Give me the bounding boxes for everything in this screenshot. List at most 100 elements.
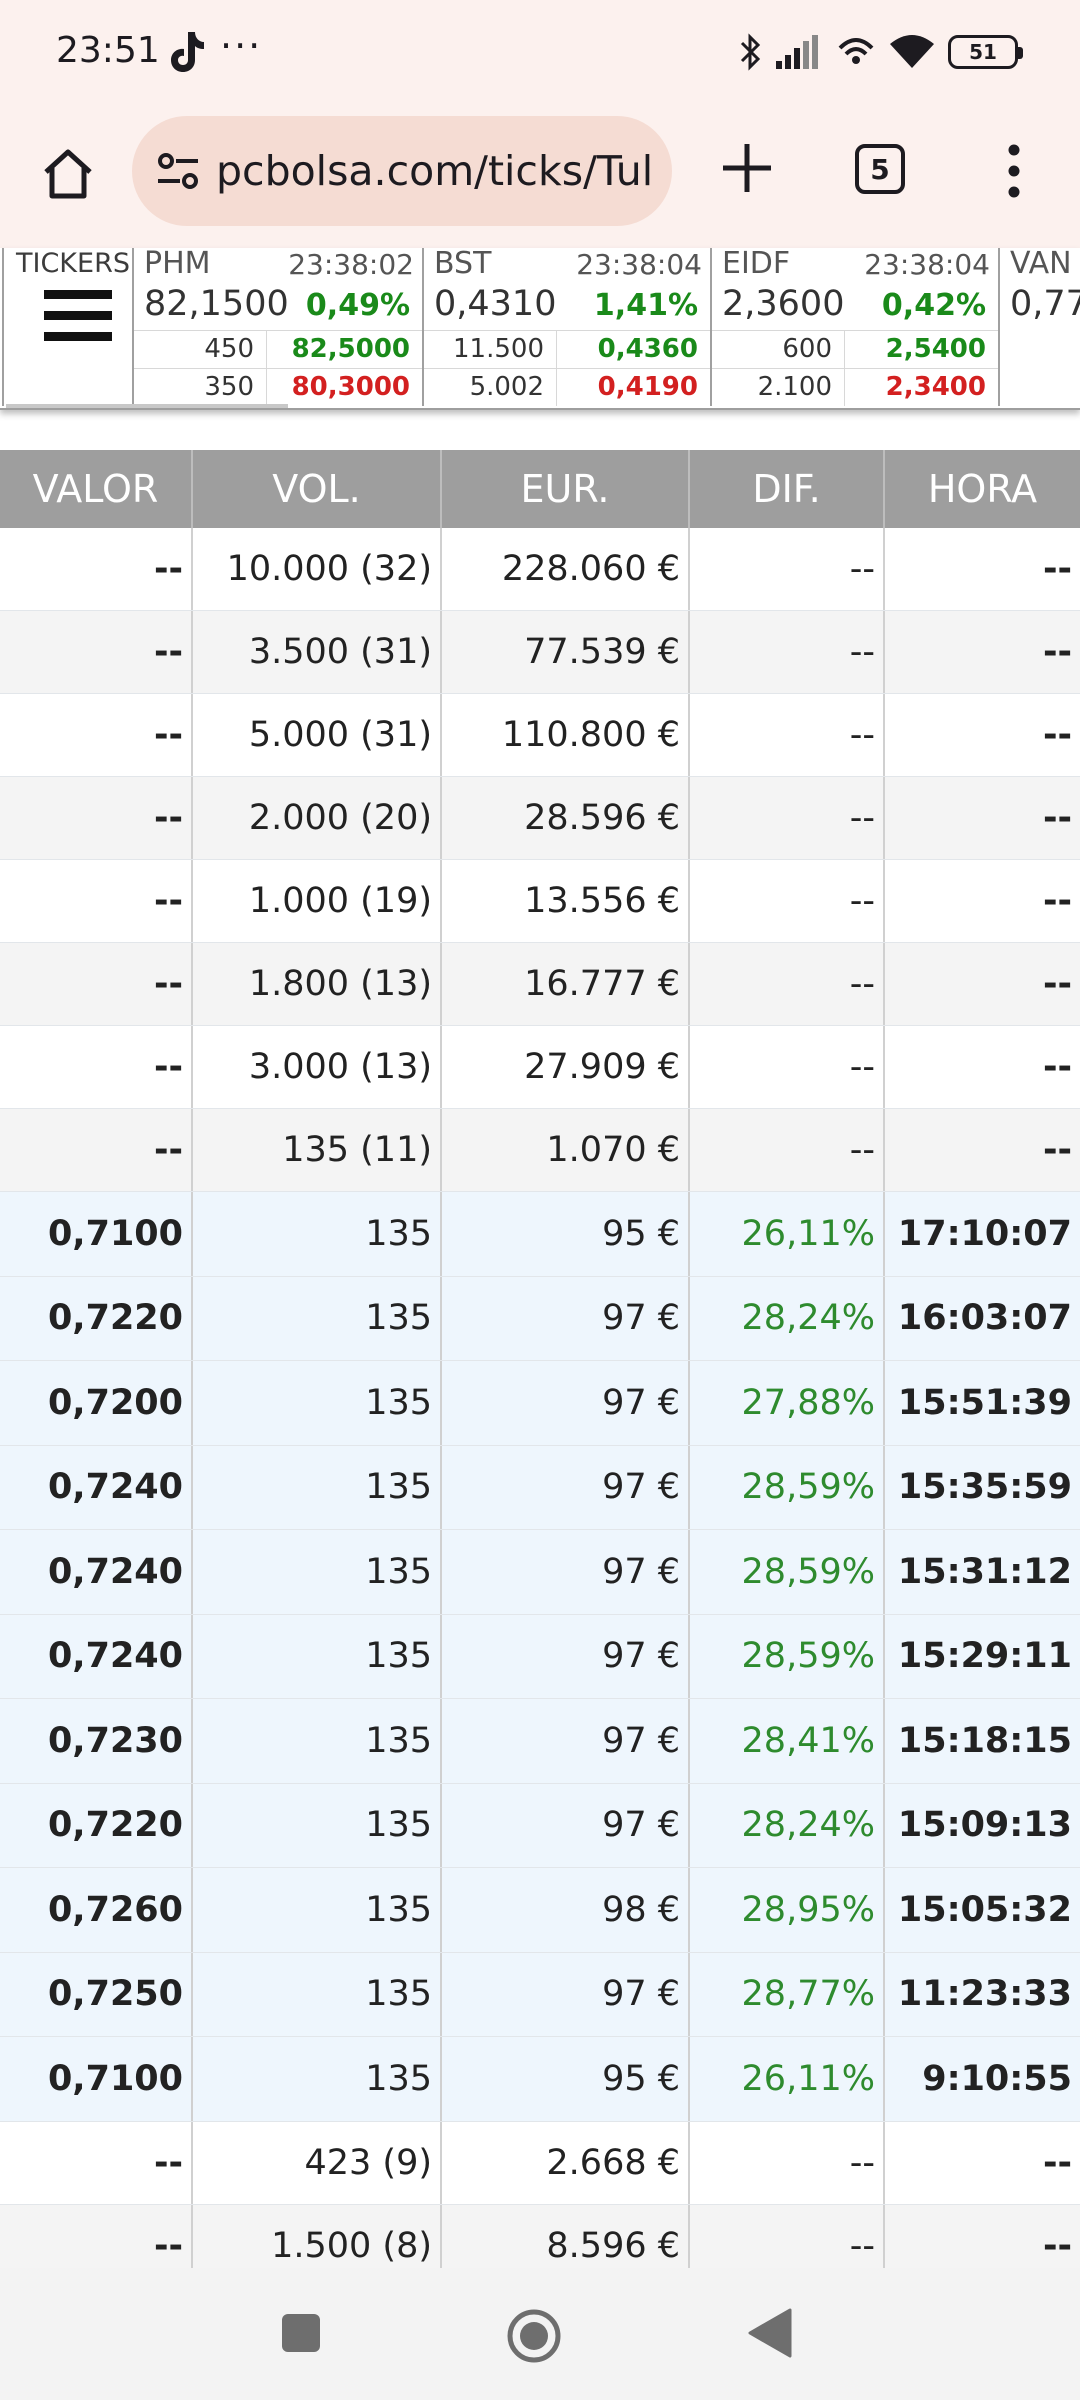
ticker-symbol: EIDF	[722, 248, 791, 281]
aggregate-row[interactable]: -- 3.500 (31) 77.539 € -- --	[0, 611, 1080, 694]
ticker-card-partial[interactable]: VAN 0,77	[1000, 248, 1080, 406]
cell-valor: 0,7200	[0, 1361, 193, 1445]
aggregate-row[interactable]: -- 1.800 (13) 16.777 € -- --	[0, 943, 1080, 1026]
cell-valor: 0,7100	[0, 1192, 193, 1276]
cell-dif: 28,59%	[690, 1530, 885, 1614]
ticker-bid-row: 600 2,5400	[712, 330, 998, 368]
aggregate-row[interactable]: -- 423 (9) 2.668 € -- --	[0, 2121, 1080, 2205]
cell-dif: --	[690, 611, 885, 693]
header-vol[interactable]: VOL.	[193, 450, 442, 528]
cell-eur: 1.070 €	[442, 1109, 690, 1191]
ticker-card[interactable]: BST 23:38:04 0,4310 1,41% 11.500 0,4360 …	[424, 248, 712, 406]
aggregate-row[interactable]: -- 3.000 (13) 27.909 € -- --	[0, 1026, 1080, 1109]
aggregate-row[interactable]: -- 135 (11) 1.070 € -- --	[0, 1109, 1080, 1192]
tickers-menu[interactable]: TICKERS	[2, 248, 134, 406]
cell-hora: --	[1042, 1130, 1072, 1170]
hamburger-icon[interactable]	[44, 290, 112, 346]
tickers-label: TICKERS	[16, 248, 130, 279]
address-bar[interactable]: pcbolsa.com/ticks/Tul	[132, 116, 672, 226]
ticker-bid: 0,4360	[597, 334, 698, 364]
cell-dif: --	[690, 528, 885, 610]
header-valor[interactable]: VALOR	[0, 450, 193, 528]
site-settings-icon[interactable]	[154, 147, 202, 195]
ticker-change: 1,41%	[593, 288, 698, 323]
trade-row[interactable]: 0,7220 135 97 €28,24% 16:03:07	[0, 1276, 1080, 1361]
aggregate-row[interactable]: -- 5.000 (31) 110.800 € -- --	[0, 694, 1080, 777]
cell-eur: 98 €	[442, 1868, 690, 1952]
trade-row[interactable]: 0,7220 135 97 €28,24% 15:09:13	[0, 1783, 1080, 1868]
cell-vol: 1.800 (13)	[193, 943, 442, 1025]
cell-valor: --	[0, 1026, 193, 1108]
tickers-scrollbar[interactable]	[6, 404, 288, 408]
cell-hora: 17:10:07	[897, 1213, 1072, 1254]
ticker-time: 23:38:04	[864, 248, 990, 281]
cell-vol: 135	[193, 1783, 442, 1867]
cell-eur: 97 €	[442, 1445, 690, 1529]
trade-row[interactable]: 0,7240 135 97 €28,59% 15:29:11	[0, 1614, 1080, 1699]
trade-row[interactable]: 0,7100 135 95 €26,11% 17:10:07	[0, 1192, 1080, 1277]
ticker-change: 0,49%	[305, 288, 410, 323]
trade-row[interactable]: 0,7200 135 97 €27,88% 15:51:39	[0, 1361, 1080, 1446]
ticker-ask-row: 350 80,3000	[134, 368, 422, 406]
cell-vol: 3.500 (31)	[193, 611, 442, 693]
trade-row[interactable]: 0,7250 135 97 €28,77% 11:23:33	[0, 1952, 1080, 2037]
trade-row[interactable]: 0,7230 135 97 €28,41% 15:18:15	[0, 1699, 1080, 1784]
cell-hora: 15:29:11	[897, 1636, 1072, 1677]
cell-vol: 135 (11)	[193, 1109, 442, 1191]
aggregate-row[interactable]: -- 10.000 (32) 228.060 € -- --	[0, 528, 1080, 611]
bluetooth-icon	[740, 33, 761, 71]
ticker-change: 0,42%	[881, 288, 986, 323]
header-dif[interactable]: DIF.	[690, 450, 885, 528]
cell-valor: --	[0, 777, 193, 859]
tabs-icon[interactable]: 5	[855, 144, 905, 194]
aggregate-row[interactable]: -- 1.000 (19) 13.556 € -- --	[0, 860, 1080, 943]
cell-valor: --	[0, 1109, 193, 1191]
aggregate-row[interactable]: -- 1.500 (8) 8.596 € -- --	[0, 2204, 1080, 2268]
ticker-card[interactable]: PHM 23:38:02 82,1500 0,49% 450 82,5000 3…	[134, 248, 424, 406]
cell-hora: --	[1042, 2142, 1072, 2183]
cell-hora: 15:09:13	[897, 1805, 1072, 1846]
navigation-bar	[0, 2268, 1080, 2400]
cell-valor: --	[0, 860, 193, 942]
cell-vol: 135	[193, 1445, 442, 1529]
cell-valor: 0,7240	[0, 1614, 193, 1698]
header-eur[interactable]: EUR.	[442, 450, 690, 528]
cell-hora: --	[1042, 964, 1072, 1004]
new-tab-icon[interactable]	[715, 136, 779, 200]
tickers-strip[interactable]: TICKERS PHM 23:38:02 82,1500 0,49% 450 8…	[0, 248, 1080, 410]
aggregate-row[interactable]: -- 2.000 (20) 28.596 € -- --	[0, 777, 1080, 860]
cell-vol: 135	[193, 2037, 442, 2121]
more-menu-icon[interactable]	[1000, 144, 1028, 198]
cell-dif: --	[690, 1026, 885, 1108]
trade-row[interactable]: 0,7260 135 98 €28,95% 15:05:32	[0, 1868, 1080, 1953]
ticker-ask-row: 2.100 2,3400	[712, 368, 998, 406]
cell-vol: 3.000 (13)	[193, 1026, 442, 1108]
ticker-card[interactable]: EIDF 23:38:04 2,3600 0,42% 600 2,5400 2.…	[712, 248, 1000, 406]
cell-eur: 97 €	[442, 1276, 690, 1360]
cell-dif: 28,95%	[690, 1868, 885, 1952]
home-circle-icon[interactable]	[506, 2308, 562, 2364]
trade-row[interactable]: 0,7240 135 97 €28,59% 15:35:59	[0, 1445, 1080, 1530]
ticker-ask-qty: 2.100	[757, 372, 832, 402]
trade-row[interactable]: 0,7100 135 95 €26,11% 9:10:55	[0, 2037, 1080, 2122]
trades-table: -- 10.000 (32) 228.060 € -- -- -- 3.500 (31) 77…	[0, 528, 1080, 2268]
cell-eur: 28.596 €	[442, 777, 690, 859]
cell-dif: 28,59%	[690, 1614, 885, 1698]
cell-eur: 97 €	[442, 1952, 690, 2036]
url-text[interactable]: pcbolsa.com/ticks/Tul	[216, 147, 653, 195]
cell-valor: --	[0, 528, 193, 610]
cell-eur: 97 €	[442, 1361, 690, 1445]
cell-vol: 5.000 (31)	[193, 694, 442, 776]
cell-hora: 16:03:07	[897, 1298, 1072, 1339]
home-icon[interactable]	[36, 142, 100, 206]
back-icon[interactable]	[748, 2308, 792, 2358]
cell-valor: --	[0, 2121, 193, 2204]
cell-hora: 15:18:15	[897, 1720, 1072, 1761]
cell-vol: 135	[193, 1530, 442, 1614]
recents-icon[interactable]	[282, 2314, 320, 2352]
header-hora[interactable]: HORA	[885, 450, 1080, 528]
cell-valor: 0,7220	[0, 1276, 193, 1360]
cell-eur: 2.668 €	[442, 2121, 690, 2204]
cell-dif: --	[690, 943, 885, 1025]
trade-row[interactable]: 0,7240 135 97 €28,59% 15:31:12	[0, 1530, 1080, 1615]
